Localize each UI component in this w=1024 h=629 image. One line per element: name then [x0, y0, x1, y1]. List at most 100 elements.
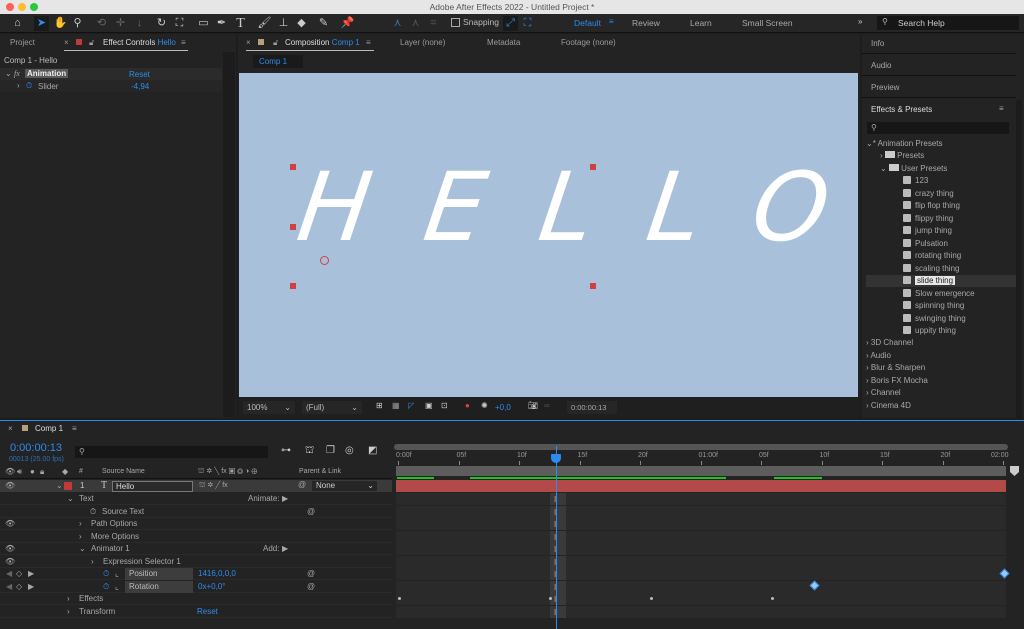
pick-whip-icon[interactable]: @: [307, 506, 315, 518]
preset-item[interactable]: scaling thing: [903, 263, 959, 275]
preset-item[interactable]: flip flop thing: [903, 200, 960, 212]
timeline-row-expr-selector[interactable]: 👁︎ › Expression Selector 1: [0, 556, 392, 568]
snapshot-icon[interactable]: 📷︎: [528, 401, 538, 410]
tab-footage[interactable]: Footage (none): [561, 38, 616, 47]
preview-panel-header[interactable]: Preview: [871, 83, 899, 92]
next-keyframe-icon[interactable]: ▶: [28, 581, 34, 593]
prev-keyframe-icon[interactable]: ◀: [6, 581, 12, 593]
timeline-row-animator[interactable]: 👁︎ ⌄ Animator 1 Add: ▶: [0, 543, 392, 555]
hand-tool-icon[interactable]: ✋: [53, 16, 68, 31]
resolution-dropdown[interactable]: (Full) ⌄: [302, 401, 362, 414]
info-panel-header[interactable]: Info: [871, 39, 884, 48]
current-time-display[interactable]: 0:00:00:13: [10, 442, 62, 454]
timeline-search-input[interactable]: ⚲: [75, 446, 268, 458]
preset-item[interactable]: crazy thing: [903, 188, 954, 200]
next-keyframe-icon[interactable]: ▶: [28, 568, 34, 580]
timeline-row-path-options[interactable]: 👁︎ › Path Options: [0, 518, 392, 530]
layer-switches[interactable]: ⛫ ✲ ╱ fx: [199, 481, 228, 490]
local-axis-icon[interactable]: ⋏: [390, 16, 405, 31]
audio-panel-header[interactable]: Audio: [871, 61, 891, 70]
menu-icon[interactable]: ≡: [609, 17, 614, 26]
bounding-box-handle[interactable]: [290, 283, 296, 289]
rectangle-tool-icon[interactable]: ▭: [196, 16, 211, 31]
time-navigator[interactable]: [394, 444, 1008, 450]
effect-category[interactable]: › Blur & Sharpen: [866, 362, 925, 374]
exposure-icon[interactable]: ✺: [481, 401, 488, 410]
snapping-checkbox[interactable]: [451, 18, 460, 27]
snap-features-icon[interactable]: ⛶: [520, 16, 535, 31]
layer-row[interactable]: 👁︎ ⌄ 1 T Hello ⛫ ✲ ╱ fx @ None ⌄: [0, 480, 392, 492]
property-value[interactable]: 0x+0,0°: [198, 581, 225, 593]
chevron-right-icon[interactable]: ›: [91, 556, 94, 568]
lock-icon[interactable]: 🔒︎: [40, 467, 44, 477]
add-keyframe-icon[interactable]: ◇: [16, 568, 22, 580]
effect-name[interactable]: Animation: [25, 69, 69, 78]
zoom-tool-icon[interactable]: ⚲: [70, 16, 85, 31]
viewer-timecode[interactable]: 0:00:00:13: [567, 401, 617, 414]
tab-composition[interactable]: Composition Comp 1: [285, 38, 360, 47]
pan-tool-icon[interactable]: ✛: [113, 16, 128, 31]
workspace-small-screen[interactable]: Small Screen: [742, 18, 793, 28]
timeline-row-effects[interactable]: › Effects: [0, 593, 392, 605]
workspace-learn[interactable]: Learn: [690, 18, 712, 28]
solo-icon[interactable]: ●: [30, 467, 35, 476]
frame-blending-icon[interactable]: ❐: [326, 445, 335, 456]
text-layer-hello[interactable]: HELLO: [291, 153, 858, 263]
dolly-tool-icon[interactable]: ↓: [132, 16, 147, 31]
close-tab-icon[interactable]: ×: [246, 38, 251, 47]
audio-icon[interactable]: 🔊︎: [17, 467, 22, 477]
effect-category[interactable]: › 3D Channel: [866, 337, 913, 349]
preset-item[interactable]: rotating thing: [903, 250, 961, 262]
prev-keyframe-icon[interactable]: ◀: [6, 568, 12, 580]
chevron-down-icon[interactable]: ⌄: [67, 493, 74, 505]
layer-name[interactable]: Hello: [112, 481, 193, 492]
world-axis-icon[interactable]: ⋏: [408, 16, 423, 31]
add-keyframe-icon[interactable]: ◇: [16, 581, 22, 593]
chevron-right-icon[interactable]: ›: [79, 531, 82, 543]
workspace-review[interactable]: Review: [632, 18, 660, 28]
timeline-row-rotation[interactable]: ◀ ◇ ▶ ⏱ ⌞ Rotation 0x+0,0° @: [0, 580, 392, 593]
property-name[interactable]: Rotation: [125, 580, 193, 593]
preset-item[interactable]: slide thing: [866, 275, 1016, 287]
anchor-tool-icon[interactable]: ⛶: [172, 16, 187, 31]
magnification-dropdown[interactable]: 100% ⌄: [243, 401, 295, 414]
shy-layers-icon[interactable]: ⛫: [305, 445, 314, 458]
close-tab-icon[interactable]: ×: [8, 424, 13, 433]
tab-effect-controls[interactable]: Effect Controls Hello: [103, 38, 176, 47]
home-icon[interactable]: ⌂: [10, 16, 25, 31]
eye-icon[interactable]: 👁︎: [5, 556, 15, 568]
preset-item[interactable]: uppity thing: [903, 325, 956, 337]
work-area-bar[interactable]: [396, 466, 1006, 476]
bounding-box-handle[interactable]: [290, 224, 296, 230]
bounding-box-handle[interactable]: [590, 164, 596, 170]
bounding-box-handle[interactable]: [290, 164, 296, 170]
preset-item[interactable]: Slow emergence: [903, 288, 975, 300]
scrollbar[interactable]: [1016, 100, 1022, 418]
column-source-name[interactable]: Source Name: [102, 468, 145, 475]
preset-item[interactable]: 123: [903, 175, 928, 187]
roto-brush-icon[interactable]: ✎: [316, 16, 331, 31]
chevron-down-icon[interactable]: ⌄: [5, 69, 12, 78]
pick-whip-icon[interactable]: @: [307, 581, 315, 593]
selection-tool-icon[interactable]: ➤: [34, 16, 49, 31]
preset-item[interactable]: flippy thing: [903, 213, 953, 225]
fx-icon[interactable]: fx: [14, 69, 20, 78]
preset-item[interactable]: Pulsation: [903, 238, 948, 250]
close-tab-icon[interactable]: ×: [64, 38, 69, 47]
panel-menu-icon[interactable]: ≡: [181, 38, 186, 47]
type-tool-icon[interactable]: T: [233, 16, 248, 31]
property-value[interactable]: 1416,0,0,0: [198, 568, 236, 580]
chevron-right-icon[interactable]: ›: [67, 606, 70, 618]
color-channels-icon[interactable]: ●: [465, 401, 470, 410]
pen-tool-icon[interactable]: ✒: [214, 16, 229, 31]
timeline-row-more-options[interactable]: › More Options: [0, 531, 392, 543]
clone-stamp-icon[interactable]: ⊥: [276, 16, 291, 31]
comp-flowchart-icon[interactable]: ⊶: [281, 445, 291, 456]
snap-edges-icon[interactable]: ⤢: [503, 16, 518, 31]
panel-menu-icon[interactable]: ≡: [999, 104, 1004, 113]
timeline-row-source-text[interactable]: ⏱ Source Text @: [0, 506, 392, 518]
property-name[interactable]: Position: [125, 568, 193, 580]
reset-link[interactable]: Reset: [129, 70, 150, 79]
guides-icon[interactable]: ⊡: [441, 401, 448, 410]
effect-category[interactable]: › Boris FX Mocha: [866, 375, 928, 387]
